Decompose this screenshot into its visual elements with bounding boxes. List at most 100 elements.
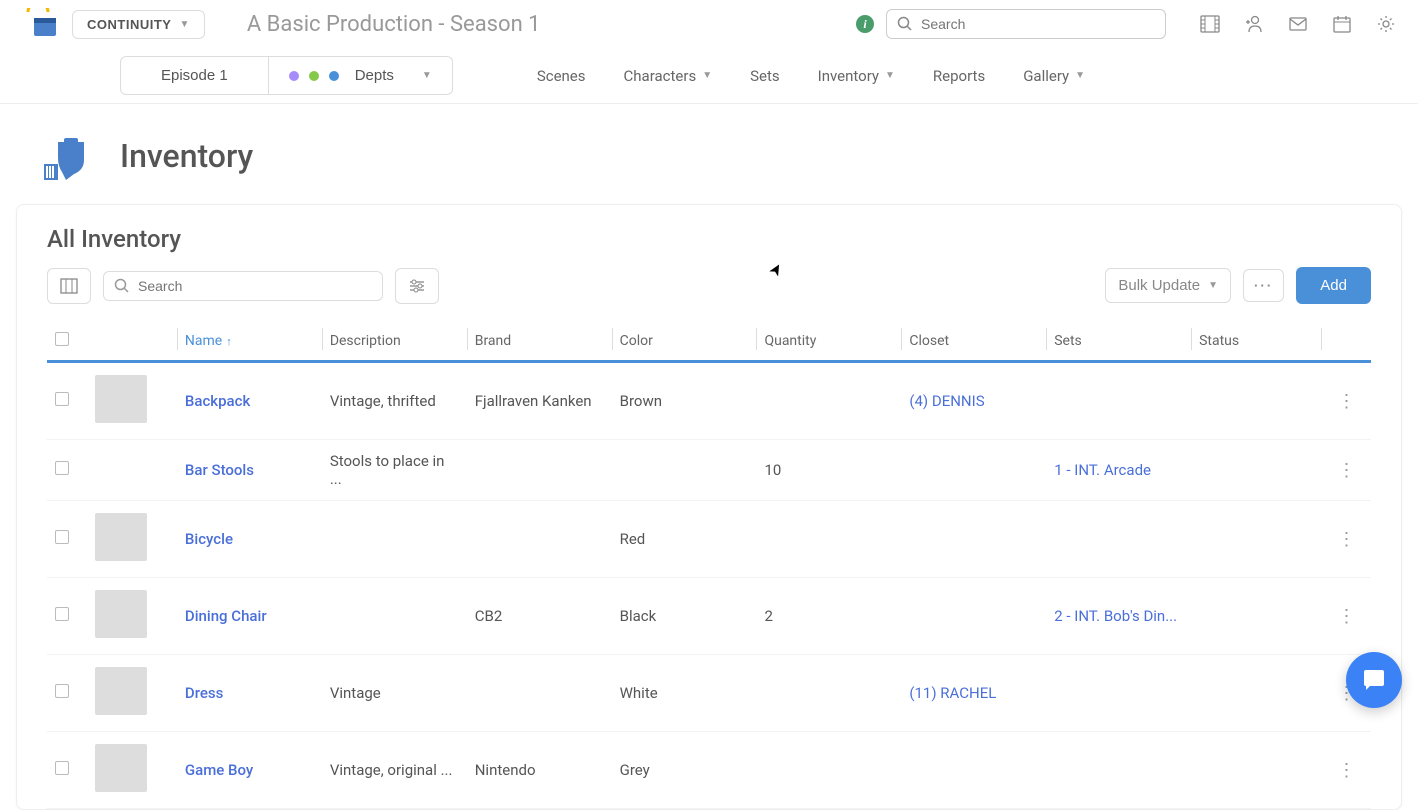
global-search[interactable] — [886, 9, 1166, 39]
row-checkbox[interactable] — [55, 684, 69, 698]
add-user-icon[interactable] — [1242, 12, 1266, 36]
item-sets-link[interactable]: 2 - INT. Bob's Din... — [1046, 578, 1191, 655]
item-sets-link[interactable]: 1 - INT. Arcade — [1046, 440, 1191, 501]
gear-icon[interactable] — [1374, 12, 1398, 36]
episode-selector[interactable]: Episode 1 — [120, 56, 269, 95]
nav-inventory[interactable]: Inventory ▼ — [814, 59, 899, 93]
table-row: Dress Vintage White (11) RACHEL ⋮ — [47, 655, 1371, 732]
row-checkbox[interactable] — [55, 461, 69, 475]
continuity-dropdown[interactable]: CONTINUITY ▼ — [72, 10, 205, 39]
item-description: Stools to place in ... — [322, 440, 467, 501]
more-actions-button[interactable]: ··· — [1243, 269, 1284, 302]
caret-down-icon: ▼ — [1075, 70, 1085, 81]
item-color: White — [612, 655, 757, 732]
item-quantity — [756, 732, 901, 809]
row-menu-button[interactable]: ⋮ — [1337, 606, 1354, 627]
item-color: Grey — [612, 732, 757, 809]
row-checkbox[interactable] — [55, 392, 69, 406]
item-thumbnail[interactable] — [95, 744, 147, 792]
item-status — [1191, 362, 1321, 440]
item-status — [1191, 732, 1321, 809]
nav-inventory-label: Inventory — [818, 67, 879, 85]
column-brand[interactable]: Brand — [467, 322, 612, 362]
item-name-link[interactable]: Dress — [177, 655, 322, 732]
row-checkbox[interactable] — [55, 530, 69, 544]
table-row: Bar Stools Stools to place in ... 10 1 -… — [47, 440, 1371, 501]
nav-characters-label: Characters — [624, 67, 697, 85]
inventory-search-input[interactable] — [138, 278, 372, 294]
row-menu-button[interactable]: ⋮ — [1337, 460, 1354, 481]
row-checkbox[interactable] — [55, 761, 69, 775]
page-header: Inventory — [0, 104, 1418, 196]
sort-asc-icon: ↑ — [226, 335, 232, 348]
item-thumbnail[interactable] — [95, 375, 147, 423]
filter-button[interactable] — [395, 268, 439, 304]
calendar-icon[interactable] — [1330, 12, 1354, 36]
item-thumbnail[interactable] — [95, 667, 147, 715]
app-logo[interactable] — [20, 8, 60, 40]
table-header-row: Name↑ Description Brand Color Quantity C… — [47, 322, 1371, 362]
item-closet-link — [901, 732, 1046, 809]
item-name-link[interactable]: Bar Stools — [177, 440, 322, 501]
caret-down-icon: ▼ — [179, 19, 189, 30]
nav-reports[interactable]: Reports — [929, 59, 989, 93]
nav-scenes[interactable]: Scenes — [533, 59, 590, 93]
continuity-label: CONTINUITY — [87, 17, 171, 32]
bulk-update-button[interactable]: Bulk Update ▼ — [1105, 268, 1231, 303]
item-closet-link[interactable]: (4) DENNIS — [901, 362, 1046, 440]
column-status[interactable]: Status — [1191, 322, 1321, 362]
item-thumbnail[interactable] — [95, 590, 147, 638]
item-name-link[interactable]: Backpack — [177, 362, 322, 440]
topbar-icons — [1198, 12, 1398, 36]
table-row: Backpack Vintage, thrifted Fjallraven Ka… — [47, 362, 1371, 440]
item-closet-link — [901, 440, 1046, 501]
item-closet-link — [901, 578, 1046, 655]
global-search-input[interactable] — [921, 16, 1155, 32]
item-brand: Fjallraven Kanken — [467, 362, 612, 440]
chat-button[interactable] — [1346, 652, 1402, 708]
item-sets-link — [1046, 732, 1191, 809]
columns-button[interactable] — [47, 268, 91, 304]
item-thumbnail[interactable] — [95, 513, 147, 561]
item-color: Red — [612, 501, 757, 578]
item-name-link[interactable]: Game Boy — [177, 732, 322, 809]
row-menu-button[interactable]: ⋮ — [1337, 760, 1354, 781]
mail-icon[interactable] — [1286, 12, 1310, 36]
page-title: Inventory — [120, 137, 253, 175]
row-menu-button[interactable]: ⋮ — [1337, 529, 1354, 550]
table-row: Game Boy Vintage, original ... Nintendo … — [47, 732, 1371, 809]
column-sets[interactable]: Sets — [1046, 322, 1191, 362]
select-all-checkbox[interactable] — [55, 332, 69, 346]
toolbar: Bulk Update ▼ ··· Add — [47, 267, 1371, 304]
add-button[interactable]: Add — [1296, 267, 1371, 304]
depts-selector[interactable]: Depts ▼ — [269, 56, 453, 95]
item-quantity — [756, 362, 901, 440]
film-icon[interactable] — [1198, 12, 1222, 36]
info-icon[interactable]: i — [856, 15, 874, 33]
inventory-search[interactable] — [103, 271, 383, 301]
item-name-link[interactable]: Dining Chair — [177, 578, 322, 655]
caret-down-icon: ▼ — [1208, 280, 1218, 291]
column-name[interactable]: Name↑ — [177, 322, 322, 362]
nav-gallery[interactable]: Gallery ▼ — [1019, 59, 1089, 93]
row-checkbox[interactable] — [55, 607, 69, 621]
item-status — [1191, 578, 1321, 655]
nav-sets[interactable]: Sets — [746, 59, 784, 93]
item-closet-link[interactable]: (11) RACHEL — [901, 655, 1046, 732]
dot-blue-icon — [329, 71, 339, 81]
column-closet[interactable]: Closet — [901, 322, 1046, 362]
item-quantity: 2 — [756, 578, 901, 655]
column-description[interactable]: Description — [322, 322, 467, 362]
item-status — [1191, 655, 1321, 732]
nav-characters[interactable]: Characters ▼ — [620, 59, 717, 93]
table-row: Bicycle Red ⋮ — [47, 501, 1371, 578]
row-menu-button[interactable]: ⋮ — [1337, 391, 1354, 412]
item-sets-link — [1046, 362, 1191, 440]
column-quantity[interactable]: Quantity — [756, 322, 901, 362]
item-name-link[interactable]: Bicycle — [177, 501, 322, 578]
column-color[interactable]: Color — [612, 322, 757, 362]
search-icon — [114, 278, 130, 294]
dot-green-icon — [309, 71, 319, 81]
item-color — [612, 440, 757, 501]
item-brand — [467, 655, 612, 732]
